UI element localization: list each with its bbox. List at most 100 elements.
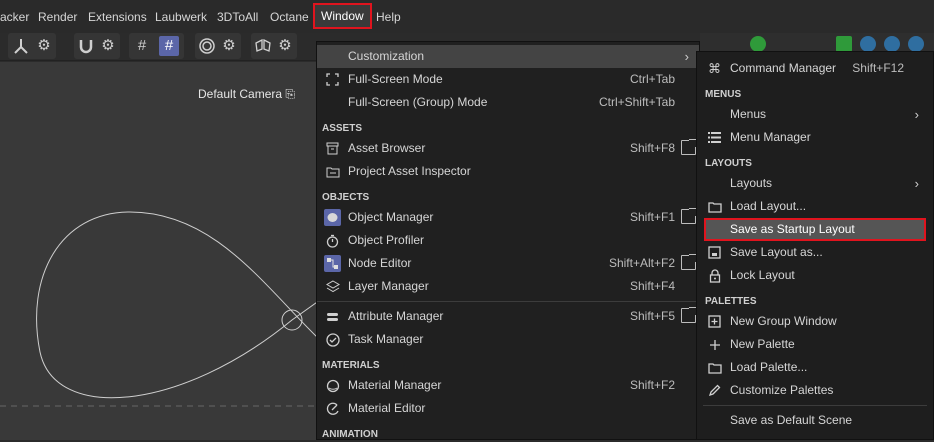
- gear-icon[interactable]: ⚙: [275, 36, 295, 56]
- shortcut-label: Shift+F5: [629, 309, 675, 323]
- window-menu-node-editor[interactable]: Node Editor Shift+Alt+F2: [317, 252, 699, 275]
- menu-item-label: Layouts: [730, 176, 773, 190]
- menu-item-label: Object Manager: [348, 210, 434, 224]
- group-window-icon: [706, 313, 723, 330]
- submenu-layouts[interactable]: Layouts ›: [697, 172, 933, 195]
- window-menu-material-editor[interactable]: Material Editor: [317, 397, 699, 420]
- chevron-right-icon: ›: [914, 176, 919, 191]
- menu-help[interactable]: Help: [376, 9, 401, 25]
- menu-octane[interactable]: Octane: [270, 9, 309, 25]
- window-menu-layer-manager[interactable]: Layer Manager Shift+F4: [317, 275, 699, 298]
- object-manager-icon: [324, 209, 341, 226]
- menu-item-label: Save as Default Scene: [730, 413, 853, 427]
- submenu-lock-layout[interactable]: Lock Layout: [697, 264, 933, 287]
- toolbar-group-snap: ⚙: [74, 33, 120, 59]
- menu-item-label: Customization: [348, 49, 425, 63]
- menu-item-label: Full-Screen (Group) Mode: [348, 95, 488, 109]
- window-menu-material-manager[interactable]: Material Manager Shift+F2: [317, 374, 699, 397]
- chevron-right-icon: ›: [914, 107, 919, 122]
- submenu-save-as-startup-layout[interactable]: Save as Startup Layout: [704, 218, 926, 241]
- camera-icon: ⎘: [285, 87, 295, 101]
- external-window-icon[interactable]: [681, 307, 697, 323]
- submenu-menu-manager[interactable]: Menu Manager: [697, 126, 933, 149]
- gear-icon[interactable]: ⚙: [98, 36, 118, 56]
- window-menu-customization[interactable]: Customization ›: [317, 45, 699, 68]
- asset-browser-icon: [324, 140, 341, 157]
- toolbar-group-radial: ⚙: [195, 33, 241, 59]
- menu-laubwerk[interactable]: Laubwerk: [155, 9, 207, 25]
- menu-item-label: Lock Layout: [730, 268, 795, 282]
- spline-curve: [0, 211, 320, 407]
- menu-item-label: Task Manager: [348, 332, 424, 346]
- sphere-icon[interactable]: [908, 36, 924, 52]
- submenu-save-layout-as[interactable]: Save Layout as...: [697, 241, 933, 264]
- camera-label[interactable]: Default Camera ⎘: [198, 87, 295, 102]
- menu-item-label: Material Manager: [348, 378, 442, 392]
- radial-icon[interactable]: [197, 36, 217, 56]
- grid-snap-icon[interactable]: #: [132, 36, 152, 56]
- submenu-command-manager[interactable]: ⌘ Command Manager Shift+F12: [697, 57, 933, 80]
- submenu-load-layout[interactable]: Load Layout...: [697, 195, 933, 218]
- stopwatch-icon: [324, 232, 341, 249]
- menu-item-label: Layer Manager: [348, 279, 429, 293]
- menu-item-label: Material Editor: [348, 401, 426, 415]
- menu-item-label: Menus: [730, 107, 767, 121]
- folder-icon: [324, 163, 341, 180]
- menu-window[interactable]: Window: [313, 3, 372, 29]
- external-window-icon[interactable]: [681, 139, 697, 155]
- submenu-save-as-default-scene[interactable]: Save as Default Scene: [697, 409, 933, 432]
- external-window-icon[interactable]: [681, 208, 697, 224]
- submenu-customize-palettes[interactable]: Customize Palettes: [697, 379, 933, 402]
- check-circle-icon: [324, 331, 341, 348]
- window-menu-asset-browser[interactable]: Asset Browser Shift+F8: [317, 137, 699, 160]
- menu-extensions[interactable]: Extensions: [88, 9, 147, 25]
- toolbar-group-symmetry: ⚙: [251, 33, 297, 59]
- menu-item-label: Menu Manager: [730, 130, 811, 144]
- window-menu-object-profiler[interactable]: Object Profiler: [317, 229, 699, 252]
- grid-snap-active-icon[interactable]: #: [159, 36, 179, 56]
- menu-item-label: Save Layout as...: [730, 245, 823, 259]
- sphere-icon[interactable]: [860, 36, 876, 52]
- shortcut-label: Ctrl+Tab: [629, 72, 675, 86]
- command-icon: ⌘: [708, 61, 721, 76]
- sphere-icon[interactable]: [884, 36, 900, 52]
- window-menu-project-asset-inspector[interactable]: Project Asset Inspector: [317, 160, 699, 183]
- menu-3dtoall[interactable]: 3DToAll: [217, 9, 258, 25]
- status-icon[interactable]: [750, 36, 766, 52]
- section-palettes: PALETTES: [705, 296, 757, 307]
- window-menu-attribute-manager[interactable]: Attribute Manager Shift+F5: [317, 305, 699, 328]
- submenu-load-palette[interactable]: Load Palette...: [697, 356, 933, 379]
- submenu-menus[interactable]: Menus ›: [697, 103, 933, 126]
- menu-item-label: Load Layout...: [730, 199, 807, 213]
- section-layouts: LAYOUTS: [705, 158, 752, 169]
- gear-icon[interactable]: ⚙: [34, 36, 54, 56]
- menu-item-label: Object Profiler: [348, 233, 425, 247]
- menu-item-label: New Group Window: [730, 314, 837, 328]
- section-assets: ASSETS: [322, 123, 363, 134]
- submenu-new-palette[interactable]: New Palette: [697, 333, 933, 356]
- submenu-new-group-window[interactable]: New Group Window: [697, 310, 933, 333]
- menubar: acker Render Extensions Laubwerk 3DToAll…: [0, 0, 934, 33]
- window-menu-task-manager[interactable]: Task Manager: [317, 328, 699, 351]
- fullscreen-icon: [324, 71, 341, 88]
- external-window-icon[interactable]: [681, 254, 697, 270]
- window-menu-fullscreen[interactable]: Full-Screen Mode Ctrl+Tab: [317, 68, 699, 91]
- menu-render[interactable]: Render: [38, 9, 77, 25]
- shortcut-label: Shift+F2: [629, 378, 675, 392]
- symmetry-icon[interactable]: [253, 36, 273, 56]
- gear-icon[interactable]: ⚙: [219, 36, 239, 56]
- attribute-icon: [324, 308, 341, 325]
- lock-icon: [706, 267, 723, 284]
- window-menu-object-manager[interactable]: Object Manager Shift+F1: [317, 206, 699, 229]
- menu-manager-icon: [706, 129, 723, 146]
- menu-item-label: Command Manager: [730, 61, 837, 75]
- layout-icon[interactable]: [836, 36, 852, 52]
- camera-label-text: Default Camera: [198, 87, 283, 101]
- axis-icon[interactable]: [11, 36, 31, 56]
- menu-tracker[interactable]: acker: [0, 9, 29, 25]
- menu-item-label: New Palette: [730, 337, 795, 351]
- toolbar-group-grid: # #: [129, 33, 184, 59]
- window-menu-fullscreen-group[interactable]: Full-Screen (Group) Mode Ctrl+Shift+Tab: [317, 91, 699, 114]
- magnet-icon[interactable]: [76, 36, 96, 56]
- viewport[interactable]: Default Camera ⎘: [0, 62, 320, 440]
